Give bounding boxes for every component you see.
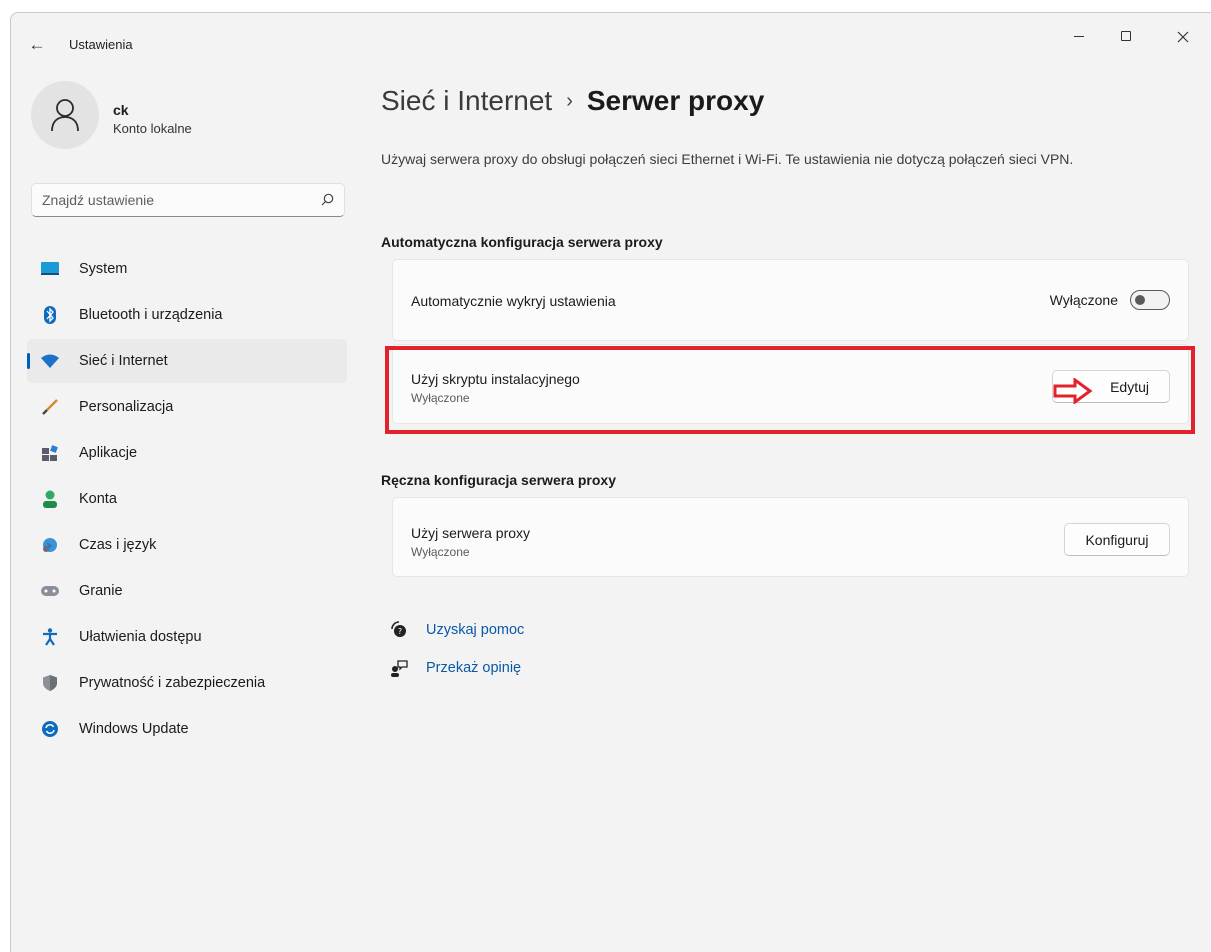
sidebar-item-label: System [79, 261, 128, 277]
page-description: Używaj serwera proxy do obsługi połączeń… [381, 151, 1074, 167]
maximize-button[interactable] [1106, 25, 1146, 49]
update-icon [41, 720, 59, 738]
sidebar-item-system[interactable]: System [27, 247, 347, 291]
minimize-icon [1074, 36, 1084, 37]
settings-window: ← Ustawienia ck Konto lokalne System [10, 12, 1211, 952]
sidebar-nav: System Bluetooth i urządzenia Sieć i Int… [27, 247, 347, 753]
manual-proxy-status: Wyłączone [411, 545, 470, 559]
auto-detect-state: Wyłączone [1049, 292, 1118, 308]
search-input[interactable] [32, 192, 312, 208]
auto-detect-toggle[interactable] [1130, 290, 1170, 310]
brush-icon [41, 398, 59, 416]
avatar[interactable] [31, 81, 99, 149]
sidebar-item-network[interactable]: Sieć i Internet [27, 339, 347, 383]
system-monitor-icon [41, 260, 59, 278]
sidebar-item-privacy[interactable]: Prywatność i zabezpieczenia [27, 661, 347, 705]
toggle-knob [1135, 295, 1145, 305]
page-title: Serwer proxy [586, 85, 765, 116]
close-button[interactable] [1163, 25, 1203, 49]
feedback-link[interactable]: Przekaż opinię [426, 660, 521, 676]
user-name: ck [113, 102, 129, 118]
shield-icon [41, 674, 59, 692]
sidebar-item-personalization[interactable]: Personalizacja [27, 385, 347, 429]
sidebar-item-gaming[interactable]: Granie [27, 569, 347, 613]
globe-clock-icon [41, 536, 59, 554]
accessibility-icon [41, 628, 59, 646]
sidebar-item-apps[interactable]: Aplikacje [27, 431, 347, 475]
close-icon [1177, 31, 1189, 43]
sidebar-item-label: Czas i język [79, 537, 157, 553]
search-box [31, 183, 345, 217]
help-link-row: ? Uzyskaj pomoc [390, 621, 524, 639]
manual-proxy-label: Użyj serwera proxy [411, 525, 531, 541]
sidebar-item-label: Aplikacje [79, 445, 138, 461]
auto-detect-card: Automatycznie wykryj ustawienia Wyłączon… [392, 259, 1189, 341]
gamepad-icon [41, 582, 59, 600]
sidebar-item-label: Bluetooth i urządzenia [79, 307, 223, 323]
back-arrow-icon[interactable]: ← [25, 35, 49, 55]
maximize-icon [1121, 31, 1131, 41]
sidebar-item-label: Granie [79, 583, 123, 599]
sidebar-item-label: Konta [79, 491, 117, 507]
section-title-auto: Automatyczna konfiguracja serwera proxy [381, 234, 663, 250]
sidebar-item-label: Prywatność i zabezpieczenia [79, 675, 266, 691]
manual-proxy-card: Użyj serwera proxy Wyłączone Konfiguruj [392, 497, 1189, 577]
section-title-manual: Ręczna konfiguracja serwera proxy [381, 472, 616, 488]
feedback-link-row: Przekaż opinię [390, 659, 521, 677]
sidebar-item-accessibility[interactable]: Ułatwienia dostępu [27, 615, 347, 659]
sidebar-item-accounts[interactable]: Konta [27, 477, 347, 521]
app-title: Ustawienia [69, 37, 133, 52]
arrow-annotation-icon [1053, 378, 1093, 404]
bluetooth-icon [41, 306, 59, 324]
breadcrumb: Sieć i Internet › Serwer proxy [381, 85, 764, 117]
feedback-icon [391, 660, 408, 677]
minimize-button[interactable] [1059, 25, 1099, 49]
breadcrumb-parent[interactable]: Sieć i Internet [381, 85, 552, 116]
breadcrumb-separator: › [566, 90, 573, 112]
svg-text:?: ? [398, 627, 402, 636]
sidebar-item-bluetooth[interactable]: Bluetooth i urządzenia [27, 293, 347, 337]
title-bar: ← Ustawienia [11, 13, 1211, 73]
sidebar-item-label: Windows Update [79, 721, 189, 737]
sidebar-item-windows-update[interactable]: Windows Update [27, 707, 347, 751]
account-icon [41, 490, 59, 508]
sidebar-item-label: Ułatwienia dostępu [79, 629, 202, 645]
apps-icon [41, 444, 59, 462]
help-icon: ? [391, 621, 406, 637]
active-indicator [27, 353, 30, 369]
configure-button[interactable]: Konfiguruj [1064, 523, 1170, 556]
auto-detect-label: Automatycznie wykryj ustawienia [411, 293, 616, 309]
search-icon[interactable] [321, 193, 334, 206]
person-icon [51, 99, 79, 132]
wifi-icon [41, 352, 59, 370]
sidebar-item-time-language[interactable]: Czas i język [27, 523, 347, 567]
sidebar-item-label: Personalizacja [79, 399, 174, 415]
account-type: Konto lokalne [113, 121, 192, 136]
get-help-link[interactable]: Uzyskaj pomoc [426, 622, 524, 638]
sidebar-item-label: Sieć i Internet [79, 353, 168, 369]
